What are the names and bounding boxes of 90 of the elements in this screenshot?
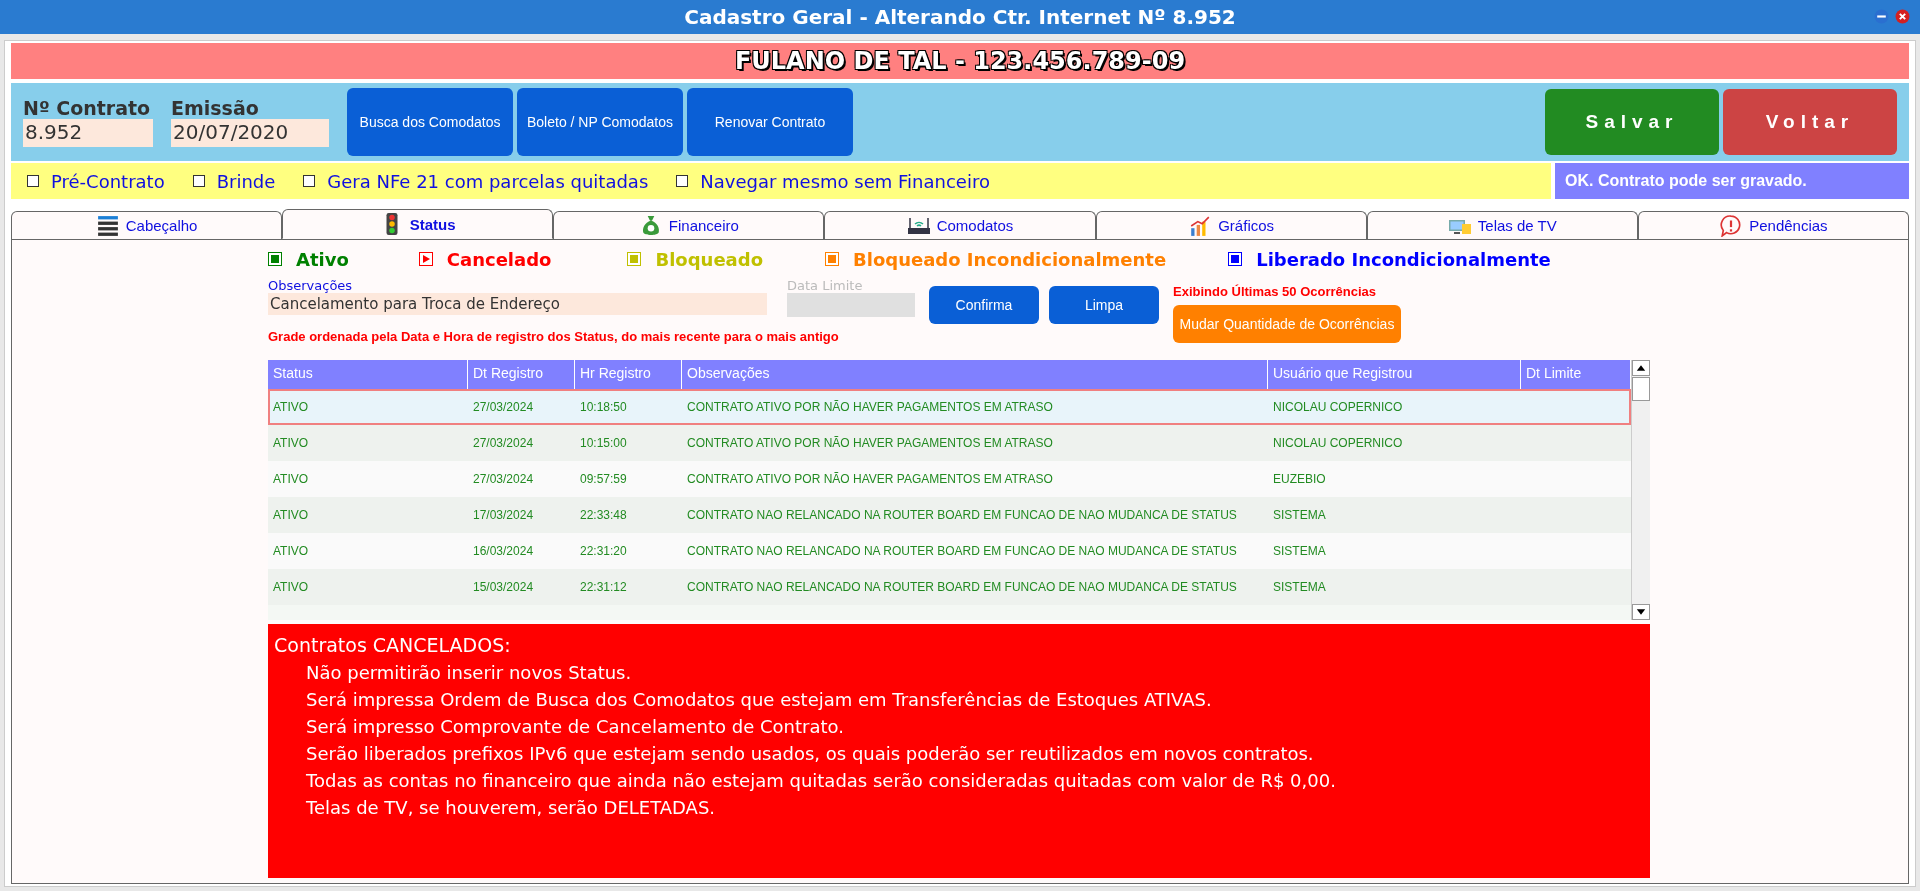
table-cell-text: ATIVO bbox=[272, 472, 310, 487]
minimize-icon[interactable] bbox=[1874, 9, 1889, 24]
notice-line: Será impressa Ordem de Busca dos Comodatos que estejam em Transferências de Estoques ATIVAS. bbox=[305, 689, 1213, 711]
table-cell-text: 17/03/2024 bbox=[472, 508, 535, 523]
legend-label: Liberado Incondicionalmente bbox=[1256, 248, 1551, 270]
legend-label: Ativo bbox=[296, 248, 349, 270]
sort-note: Grade ordenada pela Data e Hora de registro dos Status, do mais recente para o mais antigo bbox=[268, 328, 839, 346]
table-cell-text: CONTRATO NAO RELANCADO NA ROUTER BOARD EM FUNCAO DE NAO MUDANCA DE STATUS bbox=[686, 508, 1238, 523]
legend-label: Bloqueado Incondicionalmente bbox=[853, 248, 1167, 270]
table-cell-text: CONTRATO NAO RELANCADO NA ROUTER BOARD EM FUNCAO DE NAO MUDANCA DE STATUS bbox=[686, 580, 1238, 595]
table-row[interactable]: ATIVO 16/03/2024 22:31:20 CONTRATO NAO RELANCADO NA ROUTER BOARD EM FUNCAO DE NAO MUDANCA DE STATUS SISTEMA bbox=[268, 533, 1631, 570]
table-row[interactable]: ATIVO 17/03/2024 22:33:48 CONTRATO NAO RELANCADO NA ROUTER BOARD EM FUNCAO DE NAO MUDANCA DE STATUS SISTEMA bbox=[268, 497, 1631, 534]
form-button[interactable]: Limpa bbox=[1049, 286, 1159, 324]
table-cell-text: 09:57:59 bbox=[579, 472, 628, 487]
table-cell-text: 27/03/2024 bbox=[472, 472, 535, 487]
tab[interactable]: Telas de TV bbox=[1366, 211, 1638, 239]
tab[interactable]: Pendências bbox=[1637, 211, 1909, 239]
back-button[interactable]: Voltar bbox=[1723, 89, 1897, 155]
table-cell-text: ATIVO bbox=[272, 436, 310, 451]
tab[interactable]: Cabeçalho bbox=[11, 211, 283, 239]
table-row[interactable]: ATIVO 15/03/2024 22:31:12 CONTRATO NAO RELANCADO NA ROUTER BOARD EM FUNCAO DE NAO MUDANCA DE STATUS SISTEMA bbox=[268, 569, 1631, 606]
table-cell-text: ATIVO bbox=[272, 400, 310, 415]
table-cell-text: 10:15:00 bbox=[579, 436, 628, 451]
field-label: Emissão bbox=[171, 97, 260, 119]
table-cell-text: CONTRATO ATIVO POR NÃO HAVER PAGAMENTOS EM ATRASO bbox=[686, 400, 1054, 415]
input-field[interactable]: 20/07/2020 bbox=[171, 119, 329, 147]
notice-line: Serão liberados prefixos IPv6 que estejam sendo usados, os quais poderão ser reutilizados em novos contratos. bbox=[305, 743, 1315, 765]
checkbox[interactable] bbox=[676, 175, 689, 187]
table-cell-text: CONTRATO ATIVO POR NÃO HAVER PAGAMENTOS EM ATRASO bbox=[686, 472, 1054, 487]
checkbox-label: Pré-Contrato bbox=[51, 170, 165, 192]
status-message: OK. Contrato pode ser gravado. bbox=[1555, 163, 1909, 199]
window-title: Cadastro Geral - Alterando Ctr. Internet Nº 8.952 bbox=[684, 5, 1236, 29]
table-cell-text: ATIVO bbox=[272, 508, 310, 523]
save-button[interactable]: Salvar bbox=[1545, 89, 1719, 155]
scroll-thumb[interactable] bbox=[1632, 377, 1650, 402]
table-cell-text: SISTEMA bbox=[1272, 508, 1327, 523]
checkbox-label: Gera NFe 21 com parcelas quitadas bbox=[327, 170, 649, 192]
table-cell-text: 16/03/2024 bbox=[472, 544, 535, 559]
scroll-up-icon[interactable] bbox=[1632, 360, 1650, 377]
table-cell-text: 10:18:50 bbox=[579, 400, 628, 415]
table-cell-text: 27/03/2024 bbox=[472, 436, 535, 451]
table-row[interactable]: ATIVO 27/03/2024 10:15:00 CONTRATO ATIVO POR NÃO HAVER PAGAMENTOS EM ATRASO NICOLAU COPERNICO bbox=[268, 425, 1631, 462]
table-cell-text: CONTRATO ATIVO POR NÃO HAVER PAGAMENTOS EM ATRASO bbox=[686, 436, 1054, 451]
legend-label: Cancelado bbox=[446, 248, 552, 270]
action-button[interactable]: Boleto / NP Comodatos bbox=[517, 88, 683, 156]
table-row[interactable]: ATIVO 27/03/2024 10:18:50 CONTRATO ATIVO POR NÃO HAVER PAGAMENTOS EM ATRASO NICOLAU COPERNICO bbox=[268, 389, 1631, 426]
table-cell-text: 15/03/2024 bbox=[472, 580, 535, 595]
action-button[interactable]: Renovar Contrato bbox=[687, 88, 853, 156]
table-cell-text: 22:31:20 bbox=[579, 544, 628, 559]
tab[interactable]: Comodatos bbox=[824, 211, 1096, 239]
scrollbar[interactable] bbox=[1631, 360, 1650, 621]
form-button[interactable]: Confirma bbox=[929, 286, 1039, 324]
checkbox[interactable] bbox=[27, 175, 39, 187]
table-row[interactable]: ATIVO 27/03/2024 09:57:59 CONTRATO ATIVO POR NÃO HAVER PAGAMENTOS EM ATRASO EUZEBIO bbox=[268, 461, 1631, 498]
notice-line: Não permitirão inserir novos Status. bbox=[305, 662, 633, 684]
table-cell-text: ATIVO bbox=[272, 580, 310, 595]
table-cell-text: EUZEBIO bbox=[1272, 472, 1327, 487]
field-label: Nº Contrato bbox=[23, 97, 152, 119]
input-field[interactable]: 8.952 bbox=[23, 119, 153, 147]
checkbox[interactable] bbox=[303, 175, 316, 187]
table-cell-text: NICOLAU COPERNICO bbox=[1272, 436, 1404, 451]
observations-field[interactable]: Cancelamento para Troca de Endereço bbox=[268, 293, 767, 315]
table-cell-text: ATIVO bbox=[272, 544, 310, 559]
checkbox[interactable] bbox=[192, 175, 205, 187]
action-button[interactable]: Busca dos Comodatos bbox=[347, 88, 513, 156]
table-cell-text: NICOLAU COPERNICO bbox=[1272, 400, 1404, 415]
legend-label: Bloqueado bbox=[655, 248, 763, 270]
table-cell-text: 22:31:12 bbox=[579, 580, 628, 595]
field-label: Observações bbox=[268, 278, 354, 293]
notice-title: Contratos CANCELADOS: bbox=[274, 634, 512, 657]
table-cell-text: SISTEMA bbox=[1272, 580, 1327, 595]
stack-icon bbox=[95, 214, 120, 237]
date-field[interactable] bbox=[787, 293, 915, 317]
table-cell-text: 22:33:48 bbox=[579, 508, 628, 523]
checkbox-label: Navegar mesmo sem Financeiro bbox=[700, 170, 990, 192]
notice-line: Todas as contas no financeiro que ainda não estejam quitadas serão consideradas quitadas com valor de R$ 0,00. bbox=[305, 770, 1337, 792]
checkbox-label: Brinde bbox=[216, 170, 276, 192]
occurrences-note: Exibindo Últimas 50 Ocorrências bbox=[1173, 284, 1378, 299]
scroll-down-icon[interactable] bbox=[1632, 604, 1650, 621]
field-label: Data Limite bbox=[787, 278, 864, 293]
tab[interactable]: Status bbox=[282, 209, 554, 239]
table-cell-text: 27/03/2024 bbox=[472, 400, 535, 415]
tab[interactable]: Financeiro bbox=[553, 211, 825, 239]
notice-line: Será impresso Comprovante de Cancelamento de Contrato. bbox=[305, 716, 845, 738]
table-cell-text: SISTEMA bbox=[1272, 544, 1327, 559]
table-cell-text: CONTRATO NAO RELANCADO NA ROUTER BOARD EM FUNCAO DE NAO MUDANCA DE STATUS bbox=[686, 544, 1238, 559]
tab[interactable]: Gráficos bbox=[1095, 211, 1367, 239]
customer-name: FULANO DE TAL - 123.456.789-09 bbox=[734, 47, 1186, 75]
close-icon[interactable] bbox=[1895, 9, 1910, 24]
notice-line: Telas de TV, se houverem, serão DELETADAS. bbox=[305, 797, 717, 819]
